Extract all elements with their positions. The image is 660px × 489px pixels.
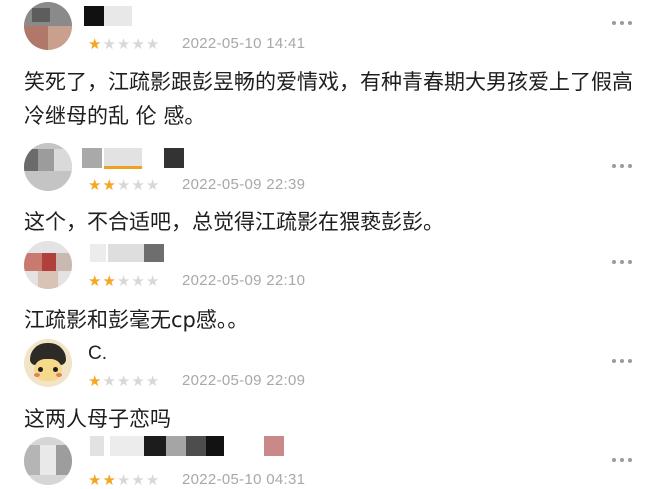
rating-stars: ★ ★ ★ ★ ★ — [88, 471, 159, 489]
username-blurred — [164, 148, 184, 168]
username-blurred[interactable] — [90, 436, 104, 456]
avatar[interactable] — [24, 2, 72, 50]
star-icon: ★ — [88, 176, 102, 194]
username-blurred — [264, 436, 284, 456]
username-blurred — [186, 436, 206, 456]
more-dots-icon[interactable] — [612, 164, 632, 168]
username-blurred[interactable] — [84, 6, 104, 26]
star-icon: ★ — [88, 372, 102, 390]
more-dots-icon[interactable] — [612, 458, 632, 462]
comment-text: 江疏影和彭毫无cp感。。 — [24, 308, 249, 332]
star-icon: ★ — [131, 272, 145, 290]
rating-stars: ★ ★ ★ ★ ★ — [88, 35, 159, 53]
avatar[interactable] — [24, 143, 72, 191]
username[interactable]: C. — [88, 343, 107, 365]
star-icon: ★ — [116, 35, 131, 53]
more-dots-icon[interactable] — [612, 260, 632, 264]
star-icon: ★ — [102, 176, 116, 194]
star-icon: ★ — [131, 471, 145, 489]
comment-text: 这两人母子恋吗 — [24, 407, 171, 431]
star-icon: ★ — [88, 471, 102, 489]
star-icon: ★ — [145, 372, 160, 390]
username-blurred — [144, 436, 166, 456]
username-blurred — [110, 436, 144, 456]
comment-date: 2022-05-09 22:09 — [182, 372, 306, 389]
username-blurred[interactable] — [90, 244, 106, 262]
star-icon: ★ — [145, 471, 160, 489]
star-icon: ★ — [88, 272, 102, 290]
avatar[interactable] — [24, 241, 72, 289]
rating-stars: ★ ★ ★ ★ ★ — [88, 176, 159, 194]
rating-stars: ★ ★ ★ ★ ★ — [88, 272, 159, 290]
comment-date: 2022-05-09 22:10 — [182, 272, 306, 289]
comment-date: 2022-05-10 14:41 — [182, 35, 306, 52]
username-blurred — [108, 244, 144, 262]
star-icon: ★ — [102, 471, 116, 489]
avatar[interactable] — [24, 339, 72, 387]
comment-text: 这个，不合适吧，总觉得江疏影在猥亵彭彭。 — [24, 210, 444, 234]
star-icon: ★ — [116, 372, 131, 390]
username-blurred — [104, 148, 142, 166]
more-dots-icon[interactable] — [612, 21, 632, 25]
comment-date: 2022-05-10 04:31 — [182, 471, 306, 488]
star-icon: ★ — [116, 176, 131, 194]
star-icon: ★ — [131, 372, 145, 390]
star-icon: ★ — [102, 272, 116, 290]
star-icon: ★ — [145, 176, 160, 194]
username-blurred — [206, 436, 224, 456]
username-underline — [104, 166, 142, 169]
star-icon: ★ — [116, 272, 131, 290]
star-icon: ★ — [131, 176, 145, 194]
username-blurred — [104, 6, 132, 26]
username-blurred — [166, 436, 186, 456]
avatar[interactable] — [24, 437, 72, 485]
comment-date: 2022-05-09 22:39 — [182, 176, 306, 193]
star-icon: ★ — [102, 35, 116, 53]
star-icon: ★ — [102, 372, 116, 390]
star-icon: ★ — [145, 35, 160, 53]
username-blurred[interactable] — [82, 148, 102, 168]
star-icon: ★ — [116, 471, 131, 489]
star-icon: ★ — [145, 272, 160, 290]
rating-stars: ★ ★ ★ ★ ★ — [88, 372, 159, 390]
username-blurred — [144, 244, 164, 262]
star-icon: ★ — [131, 35, 145, 53]
star-icon: ★ — [88, 35, 102, 53]
more-dots-icon[interactable] — [612, 359, 632, 363]
comment-text: 笑死了，江疏影跟彭昱畅的爱情戏，有种青春期大男孩爱上了假高冷继母的乱 伦 感。 — [24, 70, 633, 128]
